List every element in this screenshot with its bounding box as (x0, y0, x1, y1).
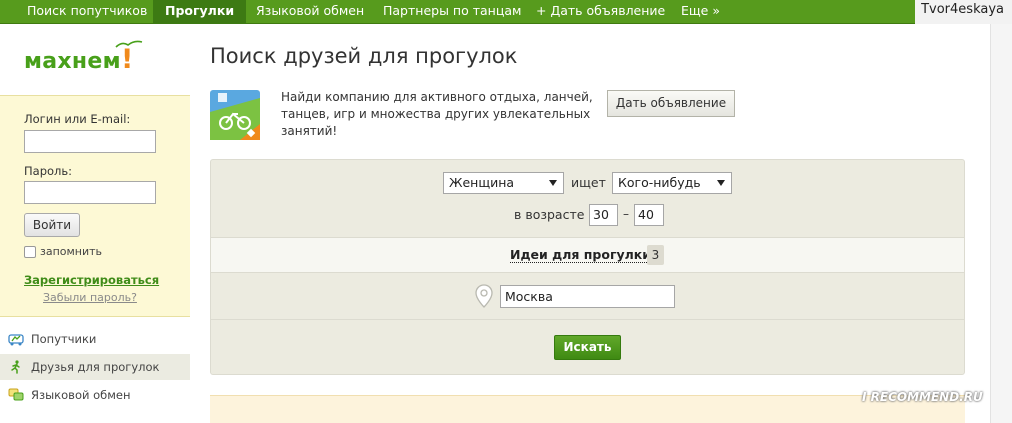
top-navigation: Поиск попутчиков Прогулки Языковой обмен… (0, 0, 1012, 24)
login-input[interactable] (24, 130, 156, 153)
age-from-input[interactable]: 30 (589, 204, 618, 226)
target-select-value: Кого-нибудь (618, 175, 701, 190)
logo-text: махнем (24, 49, 121, 74)
location-pin-icon (475, 284, 493, 308)
sidebar-item-language-exchange[interactable]: Языковой обмен (0, 382, 190, 408)
age-label: в возрасте (514, 207, 585, 222)
remember-label[interactable]: запомнить (40, 245, 102, 258)
password-label: Пароль: (24, 164, 73, 178)
age-to-input[interactable]: 40 (634, 204, 664, 226)
bicycle-badge-icon (210, 90, 260, 140)
seeks-label: ищет (571, 175, 606, 190)
walk-ideas-link[interactable]: Идеи для прогулки (510, 248, 652, 263)
nav-item-travel-companions[interactable]: Поиск попутчиков (27, 0, 147, 24)
login-button[interactable]: Войти (24, 213, 80, 237)
target-select[interactable]: Кого-нибудь (612, 172, 732, 194)
nav-item-walks[interactable]: Прогулки (153, 0, 247, 24)
gender-select[interactable]: Женщина (443, 172, 564, 194)
post-ad-button[interactable]: Дать объявление (607, 90, 735, 117)
chevron-down-icon (549, 180, 557, 186)
sidebar-item-label: Попутчики (31, 332, 97, 346)
chevron-down-icon (717, 180, 725, 186)
remember-checkbox[interactable] (24, 246, 36, 258)
nav-item-more[interactable]: Еще » (681, 0, 720, 24)
age-dash: – (623, 207, 629, 221)
gender-select-value: Женщина (449, 175, 515, 190)
results-strip (210, 395, 965, 423)
sidebar-item-label: Языковой обмен (31, 388, 131, 402)
login-label: Логин или E-mail: (24, 112, 131, 126)
ideas-count-badge: 3 (647, 245, 664, 265)
sidebar-item-label: Друзья для прогулок (31, 360, 160, 374)
nav-item-language-exchange[interactable]: Языковой обмен (256, 0, 364, 24)
sidebar-item-travel-companions[interactable]: Попутчики (0, 326, 190, 352)
car-icon (8, 334, 24, 346)
speech-bubbles-icon (8, 388, 24, 401)
username-label[interactable]: Tvor4eskaya (915, 0, 1012, 24)
promo-text: Найди компанию для активного отдыха, лан… (281, 90, 593, 138)
site-logo[interactable]: махнем! (24, 40, 143, 75)
forgot-password-link[interactable]: Забыли пароль? (43, 291, 137, 304)
recommend-watermark: I RECOMMEND.RU (862, 390, 983, 404)
walking-person-icon (11, 360, 20, 374)
city-input[interactable]: Москва (500, 285, 675, 308)
password-input[interactable] (24, 181, 156, 204)
search-button[interactable]: Искать (554, 335, 621, 360)
nav-item-post-ad[interactable]: + Дать объявление (536, 0, 665, 24)
register-link[interactable]: Зарегистрироваться (24, 273, 159, 287)
sidebar-item-walking-friends[interactable]: Друзья для прогулок (0, 354, 190, 380)
nav-item-dance-partners[interactable]: Партнеры по танцам (383, 0, 521, 24)
page-title: Поиск друзей для прогулок (210, 44, 518, 68)
page-scrollbar[interactable] (990, 24, 1012, 423)
bird-icon (115, 40, 143, 48)
login-panel: Логин или E-mail: Пароль: Войти запомнит… (0, 95, 190, 317)
panel-divider (211, 319, 964, 320)
